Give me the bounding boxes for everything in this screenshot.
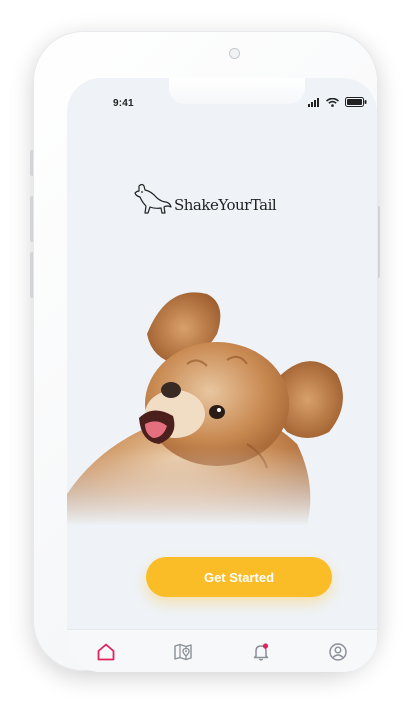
happy-dog-photo [67,264,377,526]
battery-icon [345,97,367,107]
front-camera [229,48,240,59]
tab-home[interactable] [86,640,126,664]
notification-badge [262,643,268,649]
bell-icon [253,643,268,661]
tab-map[interactable] [163,640,203,664]
map-pin-icon [174,643,192,661]
brand-name: ShakeYourTail [174,196,277,214]
home-icon [97,643,115,661]
phone-frame: 9:41 ShakeYourTail Get Started [33,31,378,672]
app-screen: 9:41 ShakeYourTail Get Started [67,78,377,672]
status-icons [308,97,367,107]
signal-icon [308,97,319,107]
tab-notifications[interactable] [241,640,281,664]
get-started-button[interactable]: Get Started [146,557,332,597]
profile-icon [329,643,347,661]
phone-mockup-scene: 9:41 ShakeYourTail Get Started [0,0,411,702]
wifi-icon [326,97,339,107]
brand-logo: ShakeYourTail [133,182,277,216]
status-time: 9:41 [113,98,134,109]
dog-silhouette-icon [134,183,172,214]
bottom-tab-bar [67,629,377,672]
notch [169,78,305,104]
tab-profile[interactable] [318,640,358,664]
